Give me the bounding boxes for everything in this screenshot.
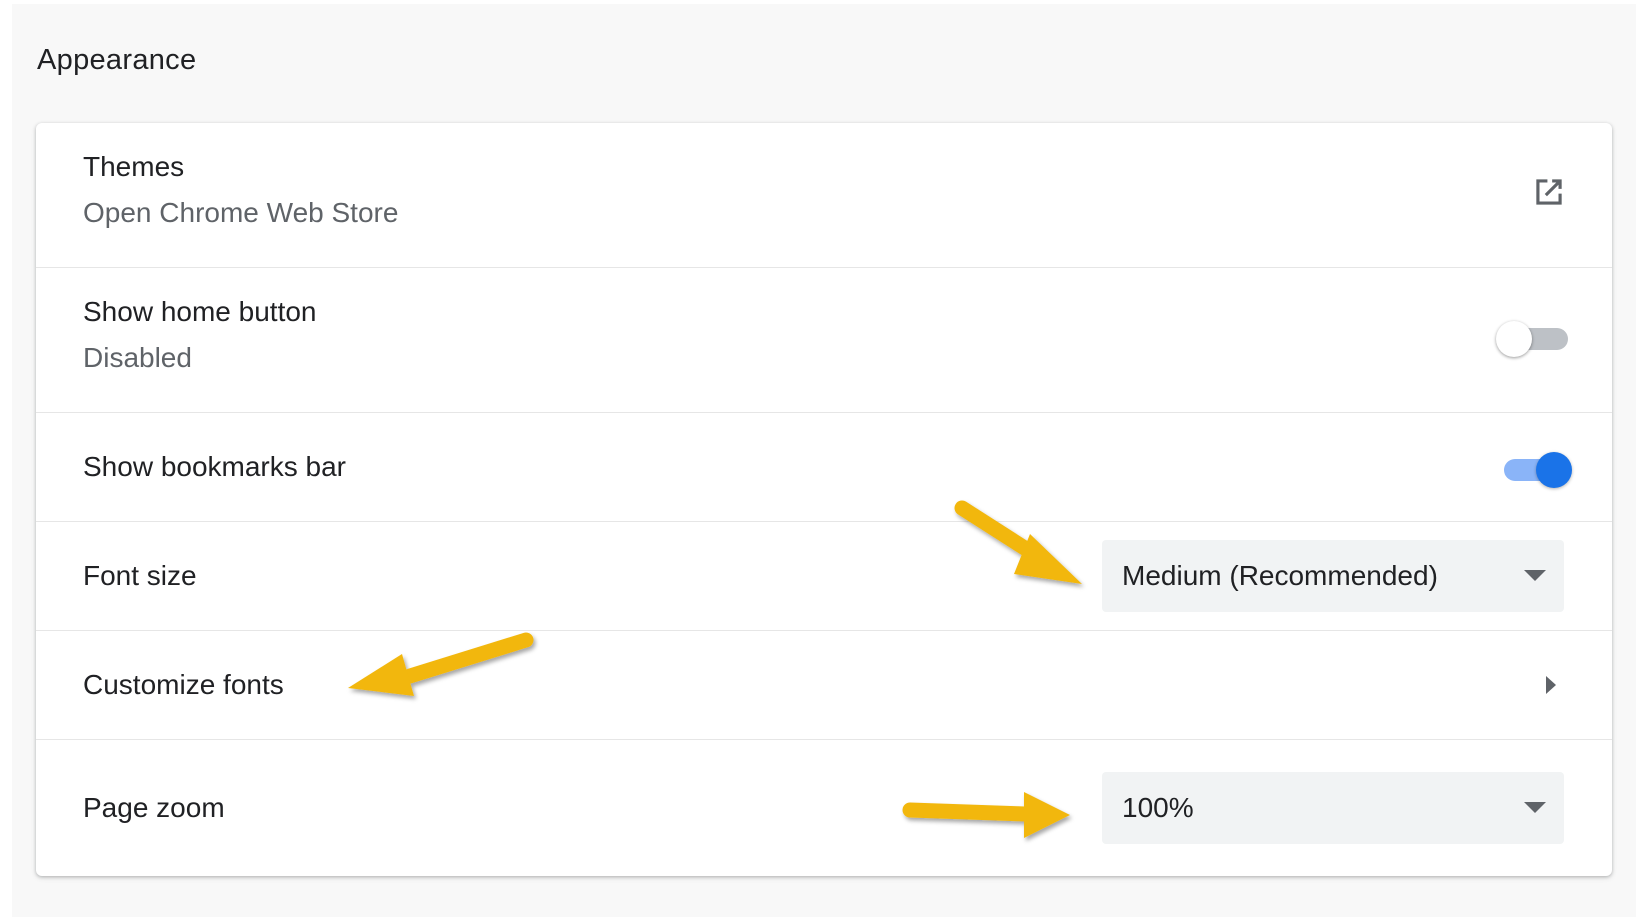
themes-label: Themes [83,151,185,182]
home-button-toggle[interactable] [1496,316,1572,357]
chevron-down-icon [1524,570,1546,581]
themes-row[interactable]: Themes Open Chrome Web Store [36,123,1612,267]
toggle-knob [1536,452,1572,488]
home-button-row: Show home button Disabled [36,267,1612,412]
home-button-sublabel: Disabled [83,342,192,373]
section-title: Appearance [37,44,197,76]
chevron-right-icon [1546,676,1556,694]
external-link-icon[interactable] [1530,173,1568,211]
page-zoom-row: Page zoom 100% [36,739,1612,876]
font-size-row: Font size Medium (Recommended) [36,521,1612,630]
home-button-label: Show home button [83,296,317,327]
page-zoom-select[interactable]: 100% [1102,772,1564,844]
font-size-select[interactable]: Medium (Recommended) [1102,540,1564,612]
themes-sublabel: Open Chrome Web Store [83,197,399,228]
font-size-label: Font size [83,560,197,591]
bookmarks-bar-toggle[interactable] [1496,447,1572,488]
chevron-down-icon [1524,802,1546,813]
toggle-knob [1496,321,1532,357]
page-zoom-value: 100% [1122,792,1194,823]
page-zoom-label: Page zoom [83,792,225,823]
bookmarks-bar-label: Show bookmarks bar [83,451,347,482]
bookmarks-bar-row: Show bookmarks bar [36,412,1612,521]
customize-fonts-row[interactable]: Customize fonts [36,630,1612,739]
appearance-card: Themes Open Chrome Web Store Show home b… [36,123,1612,876]
font-size-value: Medium (Recommended) [1122,560,1438,591]
customize-fonts-label: Customize fonts [83,669,284,700]
